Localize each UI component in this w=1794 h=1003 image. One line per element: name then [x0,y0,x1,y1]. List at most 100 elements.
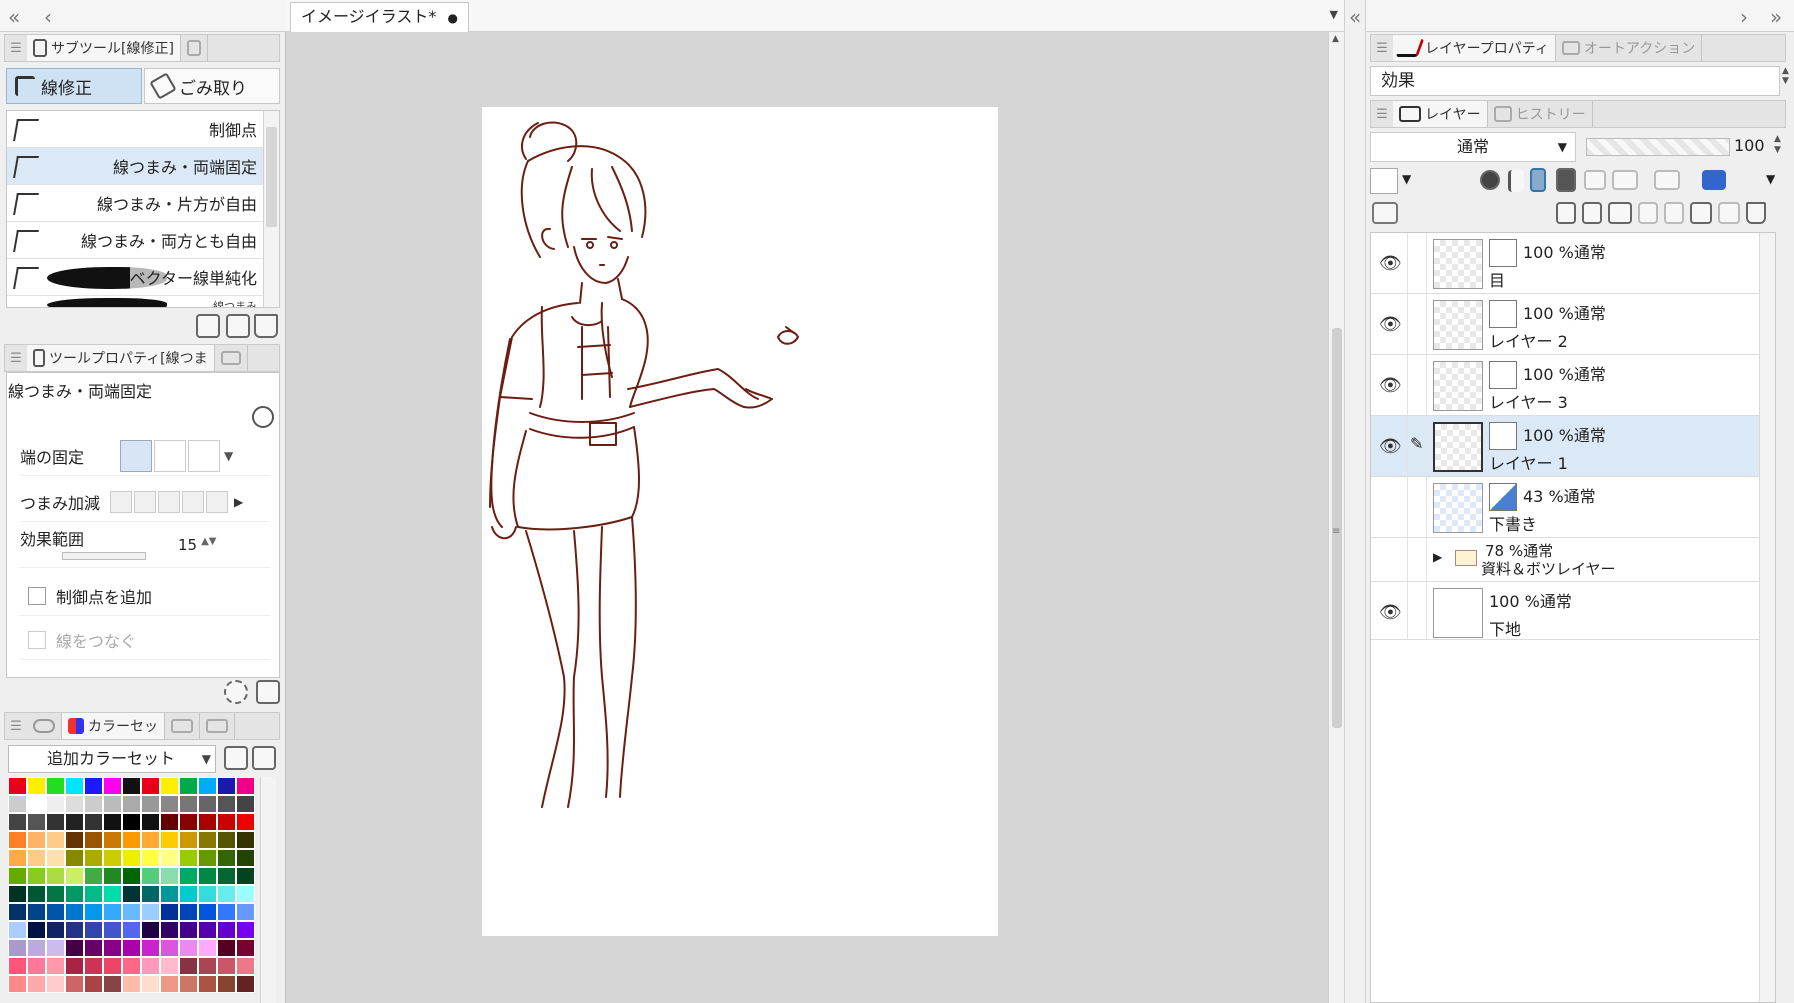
connect-lines-checkbox[interactable] [28,630,46,649]
layer-lock-cell[interactable] [1407,538,1427,581]
eye-icon[interactable]: 👁 [1379,314,1402,335]
color-swatch[interactable] [46,921,65,939]
color-swatch[interactable] [198,849,217,867]
color-swatch[interactable] [236,903,255,921]
color-swatch[interactable] [122,939,141,957]
fix-both-ends-icon[interactable] [120,439,152,472]
copy-subtool-icon[interactable] [196,314,220,338]
color-swatch[interactable] [141,921,160,939]
tab-color-set[interactable]: カラーセッ [62,713,165,739]
color-swatch[interactable] [103,849,122,867]
color-swatch[interactable] [103,975,122,993]
color-swatch[interactable] [217,975,236,993]
color-swatch[interactable] [160,795,179,813]
chevron-left-icon[interactable]: ‹ [44,5,52,29]
color-swatch[interactable] [198,939,217,957]
color-swatch[interactable] [46,831,65,849]
new-folder-icon[interactable] [1608,202,1632,224]
color-swatch[interactable] [122,957,141,975]
wrench-icon[interactable] [256,680,280,704]
color-swatch[interactable] [84,849,103,867]
color-swatch[interactable] [236,795,255,813]
color-swatch[interactable] [160,813,179,831]
color-swatch[interactable] [141,813,160,831]
lock-alpha-icon[interactable] [1584,170,1606,190]
color-swatch[interactable] [122,867,141,885]
color-swatch[interactable] [65,939,84,957]
merge-down-icon[interactable] [1638,202,1658,224]
color-swatch[interactable] [27,975,46,993]
fix-none-icon[interactable] [188,439,220,472]
color-swatch[interactable] [46,777,65,795]
color-swatch[interactable] [160,957,179,975]
color-swatch[interactable] [8,867,27,885]
subtool-item-control-point[interactable]: 制御点 [7,111,279,148]
color-swatch[interactable] [65,813,84,831]
color-swatch[interactable] [27,831,46,849]
color-swatch[interactable] [217,885,236,903]
effect-range-slider[interactable] [62,552,146,560]
color-swatch[interactable] [217,903,236,921]
color-set-select[interactable]: 追加カラーセット ▼ [8,745,216,773]
color-swatch[interactable] [141,867,160,885]
layer-lock-cell[interactable] [1407,582,1427,639]
color-swatch[interactable] [122,849,141,867]
color-swatch[interactable] [27,867,46,885]
color-swatch[interactable] [84,867,103,885]
color-swatch[interactable] [122,795,141,813]
color-swatch[interactable] [236,975,255,993]
color-swatch[interactable] [84,813,103,831]
color-swatch[interactable] [198,867,217,885]
new-subtool-icon[interactable] [226,314,250,338]
color-swatch[interactable] [198,795,217,813]
color-swatch[interactable] [160,939,179,957]
subtool-item-pinch-both-fixed[interactable]: 線つまみ・両端固定 [7,148,279,185]
pinch-level-3[interactable] [158,490,180,513]
new-vector-layer-icon[interactable] [1582,202,1602,224]
color-swatch[interactable] [179,849,198,867]
color-swatch[interactable] [8,885,27,903]
color-swatch[interactable] [236,831,255,849]
new-raster-layer-icon[interactable] [1556,202,1576,224]
color-swatch[interactable] [217,813,236,831]
color-swatch[interactable] [141,831,160,849]
color-swatch[interactable] [160,885,179,903]
layer-row[interactable]: 43 %通常 下書き [1371,477,1761,538]
color-swatch[interactable] [217,939,236,957]
color-swatch[interactable] [84,777,103,795]
eye-icon[interactable]: 👁 [1379,602,1402,623]
subtool-item-pinch-one-free[interactable]: 線つまみ・片方が自由 [7,185,279,222]
color-swatch[interactable] [84,903,103,921]
draft-icon[interactable] [1530,168,1546,192]
reset-icon[interactable] [224,680,248,704]
color-swatch[interactable] [103,777,122,795]
color-swatch[interactable] [198,813,217,831]
canvas-area[interactable] [286,32,1328,1003]
tab-history[interactable]: ヒストリー [1488,101,1593,127]
color-swatch[interactable] [103,867,122,885]
spinner-icon[interactable]: ▲▼ [201,526,216,547]
color-swatch[interactable] [141,957,160,975]
tab-tool-property[interactable]: ツールプロパティ[線つま [27,345,215,371]
delete-layer-icon[interactable] [1746,202,1766,224]
color-swatch[interactable] [198,885,217,903]
tab-layer-property[interactable]: レイヤープロパティ [1393,35,1556,61]
color-swatch[interactable] [198,957,217,975]
color-swatch[interactable] [122,975,141,993]
subtool-item-pinch-both-free[interactable]: 線つまみ・両方とも自由 [7,222,279,259]
color-swatch[interactable] [179,795,198,813]
tab-layer[interactable]: レイヤー [1393,101,1488,127]
color-swatch[interactable] [236,849,255,867]
pinch-level-5[interactable] [206,490,228,513]
color-swatch[interactable] [103,903,122,921]
tab-color-palette[interactable] [200,713,235,739]
color-swatch[interactable] [27,957,46,975]
color-swatch[interactable] [103,957,122,975]
eye-icon[interactable]: 👁 [1379,436,1402,457]
eye-icon[interactable]: 👁 [1379,253,1402,274]
color-swatch[interactable] [198,903,217,921]
chevron-down-icon[interactable]: ▼ [1330,8,1338,21]
chevron-down-icon[interactable]: ▼ [1766,172,1775,186]
color-swatch[interactable] [217,795,236,813]
color-swatch[interactable] [65,975,84,993]
